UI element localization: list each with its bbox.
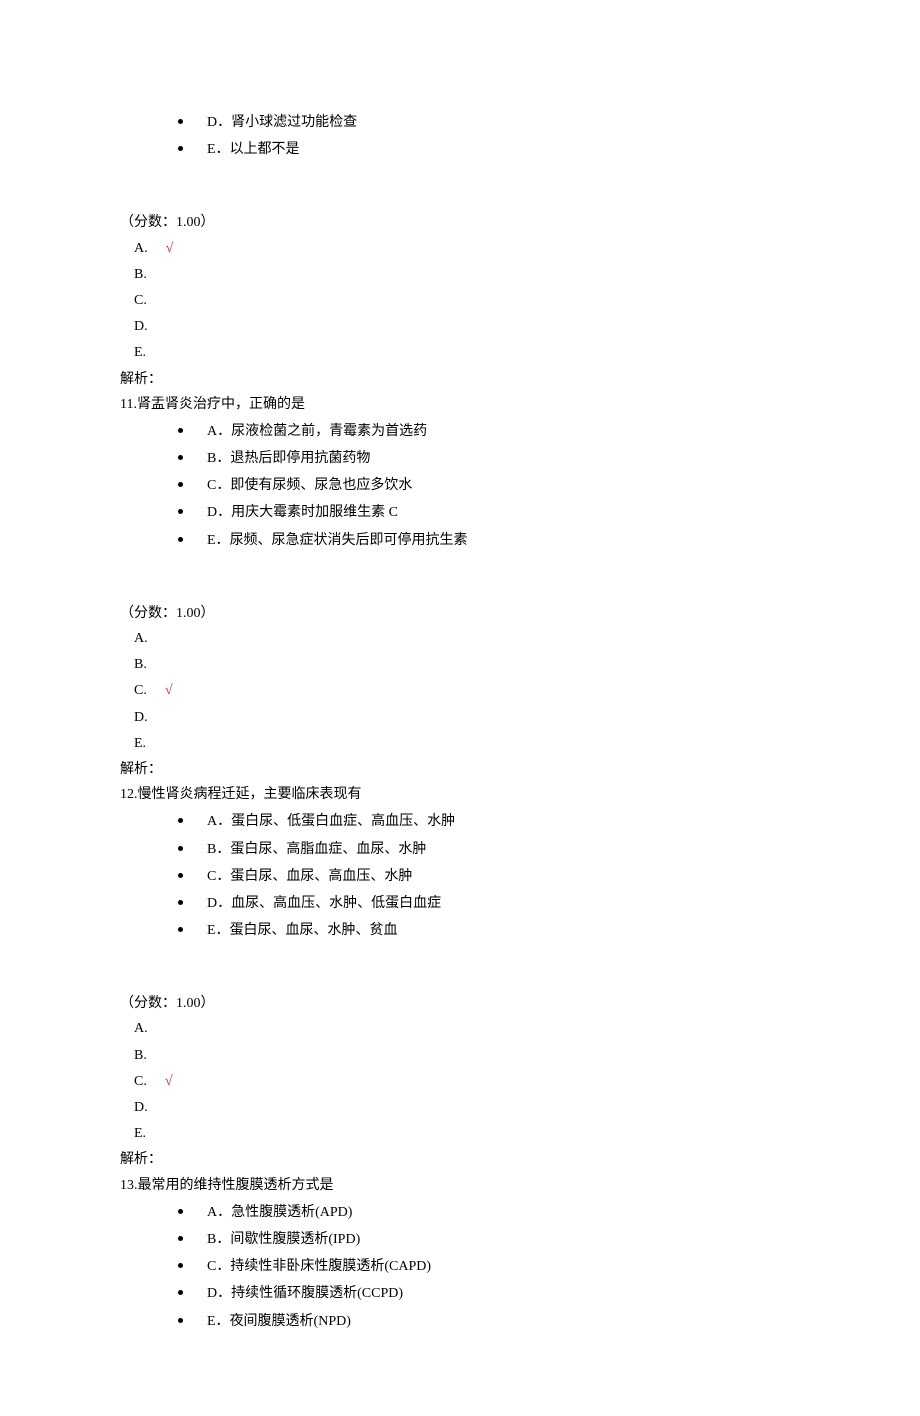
check-icon: √ xyxy=(166,241,174,256)
answer-e: E. xyxy=(134,340,800,365)
option-row: E．夜间腹膜透析(NPD) xyxy=(178,1309,800,1334)
option-row: B．退热后即停用抗菌药物 xyxy=(178,446,800,471)
bullet-icon xyxy=(178,846,183,851)
option-row: B．蛋白尿、高脂血症、血尿、水肿 xyxy=(178,837,800,862)
option-row: D．肾小球滤过功能检查 xyxy=(178,110,800,135)
option-text: B．退热后即停用抗菌药物 xyxy=(207,446,370,471)
answer-c: C.√ xyxy=(134,1069,800,1094)
option-row: C．持续性非卧床性腹膜透析(CAPD) xyxy=(178,1254,800,1279)
q11-options: A．尿液检菌之前，青霉素为首选药 B．退热后即停用抗菌药物 C．即使有尿频、尿急… xyxy=(120,419,800,553)
option-text: E．以上都不是 xyxy=(207,137,300,162)
option-text: D．用庆大霉素时加服维生素 C xyxy=(207,500,398,525)
answer-a: A.√ xyxy=(134,236,800,261)
option-row: C．即使有尿频、尿急也应多饮水 xyxy=(178,473,800,498)
q12-answers: A. B. C.√ D. E. xyxy=(120,1016,800,1146)
q12-score: （分数：1.00） xyxy=(120,991,800,1016)
check-icon: √ xyxy=(165,1074,173,1089)
q13-options: A．急性腹膜透析(APD) B．间歇性腹膜透析(IPD) C．持续性非卧床性腹膜… xyxy=(120,1200,800,1334)
q10-answers: A.√ B. C. D. E. xyxy=(120,236,800,366)
q12-stem: 12.慢性肾炎病程迁延，主要临床表现有 xyxy=(120,782,800,807)
option-row: B．间歇性腹膜透析(IPD) xyxy=(178,1227,800,1252)
q12-options: A．蛋白尿、低蛋白血症、高血压、水肿 B．蛋白尿、高脂血症、血尿、水肿 C．蛋白… xyxy=(120,809,800,943)
bullet-icon xyxy=(178,818,183,823)
q10-options-tail: D．肾小球滤过功能检查 E．以上都不是 xyxy=(120,110,800,162)
option-row: D．用庆大霉素时加服维生素 C xyxy=(178,500,800,525)
option-text: A．尿液检菌之前，青霉素为首选药 xyxy=(207,419,427,444)
option-text: B．间歇性腹膜透析(IPD) xyxy=(207,1227,360,1252)
answer-e: E. xyxy=(134,731,800,756)
q12-analysis-label: 解析： xyxy=(120,1147,800,1172)
bullet-icon xyxy=(178,146,183,151)
option-text: C．即使有尿频、尿急也应多饮水 xyxy=(207,473,412,498)
option-text: C．持续性非卧床性腹膜透析(CAPD) xyxy=(207,1254,431,1279)
option-row: D．血尿、高血压、水肿、低蛋白血症 xyxy=(178,891,800,916)
option-row: C．蛋白尿、血尿、高血压、水肿 xyxy=(178,864,800,889)
option-row: E．蛋白尿、血尿、水肿、贫血 xyxy=(178,918,800,943)
q10-score: （分数：1.00） xyxy=(120,210,800,235)
answer-b: B. xyxy=(134,262,800,287)
bullet-icon xyxy=(178,1236,183,1241)
option-text: E．夜间腹膜透析(NPD) xyxy=(207,1309,351,1334)
q11-answers: A. B. C.√ D. E. xyxy=(120,626,800,756)
answer-d: D. xyxy=(134,705,800,730)
answer-a: A. xyxy=(134,1016,800,1041)
bullet-icon xyxy=(178,428,183,433)
bullet-icon xyxy=(178,1209,183,1214)
bullet-icon xyxy=(178,927,183,932)
option-text: D．血尿、高血压、水肿、低蛋白血症 xyxy=(207,891,441,916)
answer-a: A. xyxy=(134,626,800,651)
bullet-icon xyxy=(178,119,183,124)
option-text: A．急性腹膜透析(APD) xyxy=(207,1200,352,1225)
bullet-icon xyxy=(178,1263,183,1268)
answer-c: C.√ xyxy=(134,678,800,703)
answer-d: D. xyxy=(134,1095,800,1120)
option-text: D．持续性循环腹膜透析(CCPD) xyxy=(207,1281,403,1306)
option-text: E．蛋白尿、血尿、水肿、贫血 xyxy=(207,918,398,943)
option-row: A．急性腹膜透析(APD) xyxy=(178,1200,800,1225)
answer-e: E. xyxy=(134,1121,800,1146)
bullet-icon xyxy=(178,873,183,878)
answer-d: D. xyxy=(134,314,800,339)
bullet-icon xyxy=(178,1318,183,1323)
option-row: D．持续性循环腹膜透析(CCPD) xyxy=(178,1281,800,1306)
option-row: E．尿频、尿急症状消失后即可停用抗生素 xyxy=(178,528,800,553)
q11-score: （分数：1.00） xyxy=(120,601,800,626)
option-row: E．以上都不是 xyxy=(178,137,800,162)
bullet-icon xyxy=(178,482,183,487)
option-row: A．蛋白尿、低蛋白血症、高血压、水肿 xyxy=(178,809,800,834)
answer-c: C. xyxy=(134,288,800,313)
option-row: A．尿液检菌之前，青霉素为首选药 xyxy=(178,419,800,444)
q13-stem: 13.最常用的维持性腹膜透析方式是 xyxy=(120,1173,800,1198)
bullet-icon xyxy=(178,509,183,514)
answer-b: B. xyxy=(134,652,800,677)
q10-analysis-label: 解析： xyxy=(120,367,800,392)
answer-b: B. xyxy=(134,1043,800,1068)
bullet-icon xyxy=(178,900,183,905)
bullet-icon xyxy=(178,537,183,542)
q11-stem: 11.肾盂肾炎治疗中，正确的是 xyxy=(120,392,800,417)
option-text: E．尿频、尿急症状消失后即可停用抗生素 xyxy=(207,528,468,553)
bullet-icon xyxy=(178,455,183,460)
check-icon: √ xyxy=(165,683,173,698)
option-text: A．蛋白尿、低蛋白血症、高血压、水肿 xyxy=(207,809,455,834)
page-content: D．肾小球滤过功能检查 E．以上都不是 （分数：1.00） A.√ B. C. … xyxy=(0,0,920,1416)
option-text: C．蛋白尿、血尿、高血压、水肿 xyxy=(207,864,412,889)
option-text: D．肾小球滤过功能检查 xyxy=(207,110,357,135)
option-text: B．蛋白尿、高脂血症、血尿、水肿 xyxy=(207,837,426,862)
bullet-icon xyxy=(178,1290,183,1295)
q11-analysis-label: 解析： xyxy=(120,757,800,782)
